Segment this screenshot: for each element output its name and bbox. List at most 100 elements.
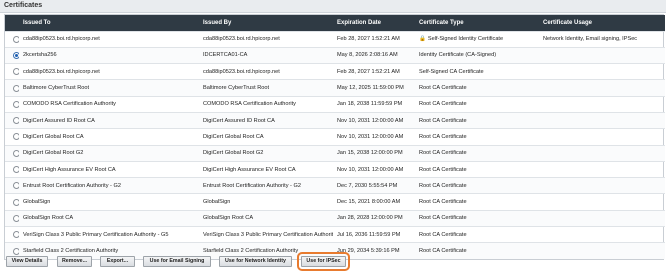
row-select-radio[interactable] bbox=[13, 182, 19, 190]
row-select-radio[interactable] bbox=[13, 100, 19, 108]
cell-certificate-type: Root CA Certificate bbox=[415, 178, 539, 194]
table-row[interactable]: GlobalSign Root CA GlobalSign Root CA Jan … bbox=[5, 210, 665, 227]
row-select-radio[interactable] bbox=[13, 166, 19, 174]
cell-issued-by: DigiCert Global Root G2 bbox=[203, 150, 264, 157]
row-select-radio[interactable] bbox=[13, 84, 19, 92]
certificate-type-label: Root CA Certificate bbox=[419, 182, 467, 189]
row-select-radio[interactable] bbox=[13, 247, 19, 255]
cell-certificate-type: Root CA Certificate bbox=[415, 161, 539, 177]
table-row[interactable]: COMODO RSA Certification Authority COMODO… bbox=[5, 96, 665, 112]
use-for-ipsec-button[interactable]: Use for IPSec bbox=[297, 252, 350, 271]
certificate-type-label: Root CA Certificate bbox=[419, 231, 467, 238]
row-select-radio[interactable] bbox=[13, 117, 19, 125]
cell-certificate-type: 🔒 Self-Signed Identity Certificate bbox=[415, 31, 539, 47]
cell-issued-by: cda88ip0523.boi.rd.hpicorp.net bbox=[203, 36, 280, 43]
certificate-type-label: Root CA Certificate bbox=[419, 150, 467, 157]
table-header-row: Issued To Issued By Expiration Date Cert… bbox=[5, 15, 665, 31]
row-select-radio[interactable] bbox=[13, 51, 19, 59]
cell-certificate-type: Root CA Certificate bbox=[415, 227, 539, 243]
row-select-cell bbox=[5, 112, 19, 128]
table-row[interactable]: Entrust Root Certification Authority - G… bbox=[5, 177, 665, 194]
row-select-cell bbox=[5, 64, 19, 80]
certificate-type-label: Root CA Certificate bbox=[419, 199, 467, 206]
cell-certificate-usage bbox=[539, 243, 665, 259]
cell-issued-by: GlobalSign Root CA bbox=[203, 215, 254, 222]
export-button[interactable]: Export... bbox=[100, 256, 135, 267]
cell-expiration-date: Dec 7, 2030 5:55:54 PM bbox=[337, 182, 398, 189]
cell-issued-by: cda88ip0523.boi.rd.hpicorp.net bbox=[203, 68, 280, 75]
table-row[interactable]: DigiCert Assured ID Root CA DigiCert Assu… bbox=[5, 112, 665, 129]
column-header-certificate-type[interactable]: Certificate Type bbox=[415, 15, 539, 31]
cell-certificate-type: Identity Certificate (CA-Signed) bbox=[415, 47, 539, 63]
cell-certificate-usage bbox=[539, 161, 665, 177]
cell-expiration-date: Feb 28, 2027 1:52:21 AM bbox=[337, 68, 400, 75]
cell-certificate-type: Root CA Certificate bbox=[415, 96, 539, 112]
cell-certificate-type: Root CA Certificate bbox=[415, 112, 539, 128]
cell-certificate-type: Root CA Certificate bbox=[415, 80, 539, 96]
select-column-header bbox=[5, 15, 19, 31]
cell-expiration-date: Jan 28, 2028 12:00:00 PM bbox=[337, 215, 403, 222]
cell-issued-by: DigiCert Assured ID Root CA bbox=[203, 117, 275, 124]
cell-expiration-date: Jan 15, 2038 12:00:00 PM bbox=[337, 150, 403, 157]
cell-certificate-usage bbox=[539, 194, 665, 210]
table-row[interactable]: DigiCert High Assurance EV Root CA DigiCe… bbox=[5, 161, 665, 177]
certificate-type-label: Root CA Certificate bbox=[419, 117, 467, 124]
cell-issued-by: VeriSign Class 3 Public Primary Certific… bbox=[203, 231, 333, 238]
certificate-type-label: Root CA Certificate bbox=[419, 133, 467, 140]
cell-issued-by: DigiCert Global Root CA bbox=[203, 133, 264, 140]
row-select-cell bbox=[5, 161, 19, 177]
row-select-radio[interactable] bbox=[13, 214, 19, 222]
column-header-issued-to[interactable]: Issued To bbox=[19, 15, 199, 31]
view-details-button[interactable]: View Details bbox=[6, 256, 48, 267]
cell-issued-to: Baltimore CyberTrust Root bbox=[23, 85, 90, 92]
cell-issued-to: DigiCert Global Root G2 bbox=[23, 150, 84, 157]
cell-issued-to: cda88ip0523.boi.rd.hpicorp.net bbox=[23, 68, 100, 75]
table-row[interactable]: DigiCert Global Root CA DigiCert Global R… bbox=[5, 128, 665, 145]
row-select-cell bbox=[5, 210, 19, 226]
cell-expiration-date: Dec 15, 2021 8:00:00 AM bbox=[337, 199, 401, 206]
row-select-radio[interactable] bbox=[13, 198, 19, 206]
certificate-type-label: Root CA Certificate bbox=[419, 101, 467, 108]
table-row[interactable]: DigiCert Global Root G2 DigiCert Global R… bbox=[5, 145, 665, 162]
table-row[interactable]: cda88ip0523.boi.rd.hpicorp.net cda88ip052… bbox=[5, 63, 665, 80]
cell-issued-to: Entrust Root Certification Authority - G… bbox=[23, 182, 121, 189]
row-select-radio[interactable] bbox=[13, 35, 19, 43]
certificates-table: Issued To Issued By Expiration Date Cert… bbox=[4, 14, 665, 261]
table-row[interactable]: VeriSign Class 3 Public Primary Certific… bbox=[5, 226, 665, 243]
column-header-issued-by[interactable]: Issued By bbox=[199, 15, 333, 31]
use-for-network-identity-button[interactable]: Use for Network Identity bbox=[219, 256, 292, 267]
table-row[interactable]: 2kcertsha256 IDCERTCA01-CA May 8, 2026 2:0… bbox=[5, 47, 665, 64]
cell-certificate-usage bbox=[539, 112, 665, 128]
cell-certificate-usage bbox=[539, 210, 665, 226]
row-select-cell bbox=[5, 47, 19, 63]
row-select-cell bbox=[5, 227, 19, 243]
certificate-type-label: Root CA Certificate bbox=[419, 248, 467, 255]
remove-button[interactable]: Remove... bbox=[57, 256, 92, 267]
row-select-radio[interactable] bbox=[13, 133, 19, 141]
cell-certificate-usage: Network Identity, Email signing, IPSec bbox=[543, 36, 638, 43]
column-header-expiration-date[interactable]: Expiration Date bbox=[333, 15, 415, 31]
cell-certificate-type: Root CA Certificate bbox=[415, 145, 539, 161]
cell-certificate-usage bbox=[539, 145, 665, 161]
row-select-radio[interactable] bbox=[13, 149, 19, 157]
cell-issued-to: cda88ip0523.boi.rd.hpicorp.net bbox=[23, 36, 100, 43]
certificate-type-label: Root CA Certificate bbox=[419, 85, 467, 92]
cell-issued-to: GlobalSign Root CA bbox=[23, 215, 74, 222]
table-row[interactable]: Baltimore CyberTrust Root Baltimore Cyber… bbox=[5, 79, 665, 97]
cell-certificate-type: Root CA Certificate bbox=[415, 210, 539, 226]
cell-issued-to: DigiCert High Assurance EV Root CA bbox=[23, 166, 116, 173]
row-select-radio[interactable] bbox=[13, 231, 19, 239]
row-select-cell bbox=[5, 31, 19, 47]
certificate-type-label: Root CA Certificate bbox=[419, 215, 467, 222]
cell-issued-to: DigiCert Assured ID Root CA bbox=[23, 117, 95, 124]
use-for-email-signing-button[interactable]: Use for Email Signing bbox=[143, 256, 211, 267]
cell-certificate-usage bbox=[539, 227, 665, 243]
table-row[interactable]: GlobalSign GlobalSign Dec 15, 2021 8:00:00… bbox=[5, 193, 665, 210]
table-row[interactable]: cda88ip0523.boi.rd.hpicorp.net cda88ip052… bbox=[5, 31, 665, 47]
cell-issued-to: 2kcertsha256 bbox=[23, 52, 57, 59]
column-header-certificate-usage[interactable]: Certificate Usage bbox=[539, 15, 665, 31]
cell-expiration-date: Jan 18, 2038 11:59:59 PM bbox=[337, 101, 403, 108]
cell-issued-to: COMODO RSA Certification Authority bbox=[23, 101, 116, 108]
row-select-cell bbox=[5, 80, 19, 96]
row-select-radio[interactable] bbox=[13, 68, 19, 76]
